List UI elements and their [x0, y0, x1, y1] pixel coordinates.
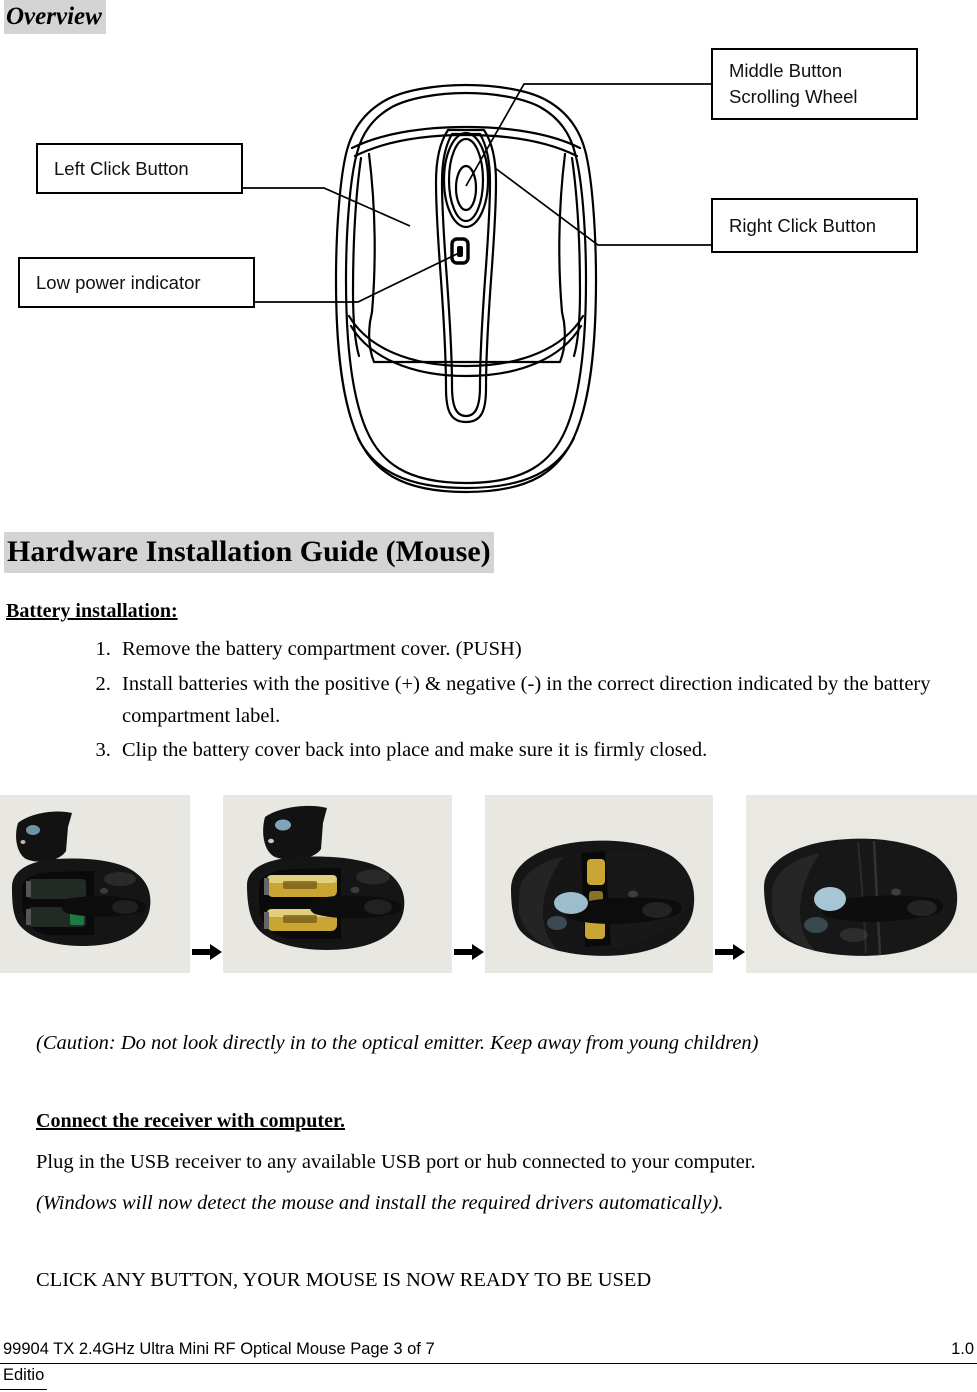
callout-line-1: Middle Button — [729, 60, 843, 82]
battery-installation-photos — [0, 795, 977, 973]
callout-line-1: Left Click Button — [54, 157, 189, 179]
leader-lines — [243, 83, 711, 303]
footer-version: 1.0 — [951, 1340, 974, 1358]
windows-driver-note: (Windows will now detect the mouse and i… — [36, 1192, 724, 1214]
callout-line-1: Low power indicator — [36, 271, 201, 293]
callout-line-2: Scrolling Wheel — [729, 86, 858, 107]
ready-to-use-text: CLICK ANY BUTTON, YOUR MOUSE IS NOW READ… — [36, 1269, 652, 1291]
right-arrow-icon — [453, 944, 484, 960]
arrow-3 — [713, 795, 746, 973]
caution-text: (Caution: Do not look directly in to the… — [36, 1032, 759, 1054]
list-item: Clip the battery cover back into place a… — [116, 735, 936, 767]
callout-left-click-button: Left Click Button — [36, 143, 243, 194]
page-footer: 99904 TX 2.4GHz Ultra Mini RF Optical Mo… — [0, 1338, 977, 1390]
page-title: Overview — [4, 0, 106, 34]
callout-low-power-indicator: Low power indicator — [18, 257, 255, 308]
footer-row-primary: 99904 TX 2.4GHz Ultra Mini RF Optical Mo… — [0, 1338, 977, 1364]
callout-middle-button: Middle Button Scrolling Wheel — [711, 48, 918, 120]
photo-cover-removed — [0, 795, 190, 973]
right-arrow-icon — [191, 944, 222, 960]
list-item: Remove the battery compartment cover. (P… — [116, 634, 936, 666]
right-arrow-icon — [714, 944, 745, 960]
section-title: Hardware Installation Guide (Mouse) — [4, 532, 494, 573]
photo-cover-partially-closed — [485, 795, 713, 973]
photo-batteries-installed — [223, 795, 452, 973]
list-item: Install batteries with the positive (+) … — [116, 669, 936, 733]
leader-line-power — [255, 252, 460, 303]
footer-edition: Editio — [0, 1364, 48, 1390]
arrow-2 — [452, 795, 485, 973]
photo-cover-closed — [746, 795, 977, 973]
callout-right-click-button: Right Click Button — [711, 198, 918, 253]
callout-line-1: Right Click Button — [729, 214, 877, 236]
arrow-1 — [190, 795, 223, 973]
leader-line-right — [494, 167, 711, 246]
led-indicator-icon — [450, 237, 470, 265]
footer-product-page: 99904 TX 2.4GHz Ultra Mini RF Optical Mo… — [3, 1340, 435, 1358]
plug-instruction-text: Plug in the USB receiver to any availabl… — [36, 1151, 756, 1173]
connect-receiver-heading: Connect the receiver with computer. — [36, 1110, 346, 1132]
battery-steps-list: Remove the battery compartment cover. (P… — [78, 634, 936, 770]
battery-installation-heading: Battery installation: — [6, 600, 178, 622]
leader-line-left — [243, 187, 411, 227]
